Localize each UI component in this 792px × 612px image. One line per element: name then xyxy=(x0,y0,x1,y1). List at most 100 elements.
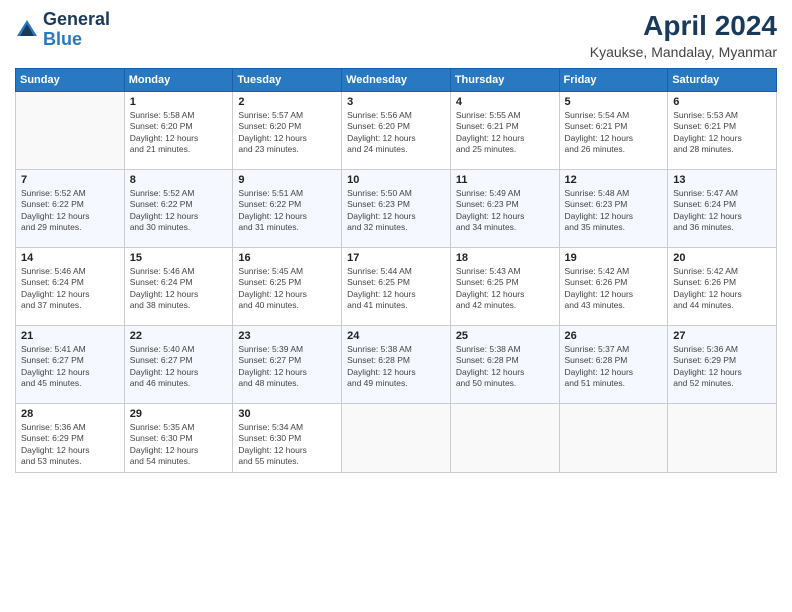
table-row xyxy=(668,404,777,473)
day-info: Sunrise: 5:34 AM Sunset: 6:30 PM Dayligh… xyxy=(238,422,336,468)
table-row: 6 Sunrise: 5:53 AM Sunset: 6:21 PM Daylig… xyxy=(668,92,777,170)
header-sunday: Sunday xyxy=(16,69,125,92)
day-info: Sunrise: 5:51 AM Sunset: 6:22 PM Dayligh… xyxy=(238,188,336,234)
day-info: Sunrise: 5:35 AM Sunset: 6:30 PM Dayligh… xyxy=(130,422,228,468)
header-thursday: Thursday xyxy=(450,69,559,92)
day-info: Sunrise: 5:39 AM Sunset: 6:27 PM Dayligh… xyxy=(238,344,336,390)
day-number: 8 xyxy=(130,174,228,186)
table-row: 12Sunrise: 5:48 AM Sunset: 6:23 PM Dayli… xyxy=(559,170,668,248)
page: General Blue April 2024 Kyaukse, Mandala… xyxy=(0,0,792,612)
header-wednesday: Wednesday xyxy=(342,69,451,92)
day-info: Sunrise: 5:54 AM Sunset: 6:21 PM Dayligh… xyxy=(565,110,663,156)
table-row: 5 Sunrise: 5:54 AM Sunset: 6:21 PM Daylig… xyxy=(559,92,668,170)
table-row xyxy=(16,92,125,170)
logo-icon xyxy=(15,18,39,42)
header: General Blue April 2024 Kyaukse, Mandala… xyxy=(15,10,777,60)
day-number: 22 xyxy=(130,330,228,342)
table-row: 19 Sunrise: 5:42 AM Sunset: 6:26 PM Dayli… xyxy=(559,248,668,326)
day-number: 10 xyxy=(347,174,445,186)
table-row xyxy=(342,404,451,473)
table-row: 17 Sunrise: 5:44 AM Sunset: 6:25 PM Dayli… xyxy=(342,248,451,326)
table-row: 27 Sunrise: 5:36 AM Sunset: 6:29 PM Dayli… xyxy=(668,326,777,404)
day-info: Sunrise: 5:55 AM Sunset: 6:21 PM Dayligh… xyxy=(456,110,554,156)
day-number: 7 xyxy=(21,174,119,186)
day-number: 20 xyxy=(673,252,771,264)
table-row: 8 Sunrise: 5:52 AM Sunset: 6:22 PM Daylig… xyxy=(124,170,233,248)
day-number: 6 xyxy=(673,96,771,108)
day-info: Sunrise: 5:56 AM Sunset: 6:20 PM Dayligh… xyxy=(347,110,445,156)
day-number: 5 xyxy=(565,96,663,108)
logo: General Blue xyxy=(15,10,110,50)
table-row: 3Sunrise: 5:56 AM Sunset: 6:20 PM Daylig… xyxy=(342,92,451,170)
day-info: Sunrise: 5:43 AM Sunset: 6:25 PM Dayligh… xyxy=(456,266,554,312)
day-info: Sunrise: 5:50 AM Sunset: 6:23 PM Dayligh… xyxy=(347,188,445,234)
table-row: 21 Sunrise: 5:41 AM Sunset: 6:27 PM Dayli… xyxy=(16,326,125,404)
day-info: Sunrise: 5:38 AM Sunset: 6:28 PM Dayligh… xyxy=(456,344,554,390)
table-row: 13Sunrise: 5:47 AM Sunset: 6:24 PM Dayli… xyxy=(668,170,777,248)
table-row: 7Sunrise: 5:52 AM Sunset: 6:22 PM Daylig… xyxy=(16,170,125,248)
table-row: 14 Sunrise: 5:46 AM Sunset: 6:24 PM Dayli… xyxy=(16,248,125,326)
day-number: 25 xyxy=(456,330,554,342)
day-info: Sunrise: 5:41 AM Sunset: 6:27 PM Dayligh… xyxy=(21,344,119,390)
table-row: 9 Sunrise: 5:51 AM Sunset: 6:22 PM Daylig… xyxy=(233,170,342,248)
table-row: 15Sunrise: 5:46 AM Sunset: 6:24 PM Dayli… xyxy=(124,248,233,326)
day-number: 14 xyxy=(21,252,119,264)
month-title: April 2024 xyxy=(590,10,777,42)
day-number: 28 xyxy=(21,408,119,420)
table-row: 4 Sunrise: 5:55 AM Sunset: 6:21 PM Daylig… xyxy=(450,92,559,170)
day-number: 11 xyxy=(456,174,554,186)
day-number: 21 xyxy=(21,330,119,342)
table-row: 1 Sunrise: 5:58 AM Sunset: 6:20 PM Daylig… xyxy=(124,92,233,170)
day-number: 9 xyxy=(238,174,336,186)
table-row xyxy=(450,404,559,473)
day-info: Sunrise: 5:57 AM Sunset: 6:20 PM Dayligh… xyxy=(238,110,336,156)
day-info: Sunrise: 5:36 AM Sunset: 6:29 PM Dayligh… xyxy=(673,344,771,390)
day-info: Sunrise: 5:37 AM Sunset: 6:28 PM Dayligh… xyxy=(565,344,663,390)
title-section: April 2024 Kyaukse, Mandalay, Myanmar xyxy=(590,10,777,60)
day-info: Sunrise: 5:40 AM Sunset: 6:27 PM Dayligh… xyxy=(130,344,228,390)
day-info: Sunrise: 5:48 AM Sunset: 6:23 PM Dayligh… xyxy=(565,188,663,234)
day-info: Sunrise: 5:47 AM Sunset: 6:24 PM Dayligh… xyxy=(673,188,771,234)
day-info: Sunrise: 5:58 AM Sunset: 6:20 PM Dayligh… xyxy=(130,110,228,156)
day-number: 16 xyxy=(238,252,336,264)
header-tuesday: Tuesday xyxy=(233,69,342,92)
table-row: 26 Sunrise: 5:37 AM Sunset: 6:28 PM Dayli… xyxy=(559,326,668,404)
day-number: 19 xyxy=(565,252,663,264)
day-number: 15 xyxy=(130,252,228,264)
table-row: 28 Sunrise: 5:36 AM Sunset: 6:29 PM Dayli… xyxy=(16,404,125,473)
day-number: 23 xyxy=(238,330,336,342)
day-number: 17 xyxy=(347,252,445,264)
day-number: 1 xyxy=(130,96,228,108)
header-saturday: Saturday xyxy=(668,69,777,92)
table-row: 18 Sunrise: 5:43 AM Sunset: 6:25 PM Dayli… xyxy=(450,248,559,326)
calendar-header-row: Sunday Monday Tuesday Wednesday Thursday… xyxy=(16,69,777,92)
table-row: 24 Sunrise: 5:38 AM Sunset: 6:28 PM Dayli… xyxy=(342,326,451,404)
location-title: Kyaukse, Mandalay, Myanmar xyxy=(590,44,777,60)
day-info: Sunrise: 5:52 AM Sunset: 6:22 PM Dayligh… xyxy=(130,188,228,234)
day-info: Sunrise: 5:53 AM Sunset: 6:21 PM Dayligh… xyxy=(673,110,771,156)
day-number: 29 xyxy=(130,408,228,420)
day-info: Sunrise: 5:42 AM Sunset: 6:26 PM Dayligh… xyxy=(673,266,771,312)
day-number: 27 xyxy=(673,330,771,342)
table-row: 22 Sunrise: 5:40 AM Sunset: 6:27 PM Dayli… xyxy=(124,326,233,404)
calendar-table: Sunday Monday Tuesday Wednesday Thursday… xyxy=(15,68,777,473)
table-row: 11 Sunrise: 5:49 AM Sunset: 6:23 PM Dayli… xyxy=(450,170,559,248)
day-number: 30 xyxy=(238,408,336,420)
table-row: 30 Sunrise: 5:34 AM Sunset: 6:30 PM Dayli… xyxy=(233,404,342,473)
table-row: 20 Sunrise: 5:42 AM Sunset: 6:26 PM Dayli… xyxy=(668,248,777,326)
day-info: Sunrise: 5:49 AM Sunset: 6:23 PM Dayligh… xyxy=(456,188,554,234)
day-info: Sunrise: 5:46 AM Sunset: 6:24 PM Dayligh… xyxy=(21,266,119,312)
day-number: 26 xyxy=(565,330,663,342)
day-info: Sunrise: 5:36 AM Sunset: 6:29 PM Dayligh… xyxy=(21,422,119,468)
header-monday: Monday xyxy=(124,69,233,92)
day-number: 18 xyxy=(456,252,554,264)
table-row: 16 Sunrise: 5:45 AM Sunset: 6:25 PM Dayli… xyxy=(233,248,342,326)
day-info: Sunrise: 5:44 AM Sunset: 6:25 PM Dayligh… xyxy=(347,266,445,312)
day-number: 4 xyxy=(456,96,554,108)
day-number: 24 xyxy=(347,330,445,342)
logo-text: General Blue xyxy=(43,10,110,50)
day-info: Sunrise: 5:42 AM Sunset: 6:26 PM Dayligh… xyxy=(565,266,663,312)
day-info: Sunrise: 5:38 AM Sunset: 6:28 PM Dayligh… xyxy=(347,344,445,390)
day-info: Sunrise: 5:45 AM Sunset: 6:25 PM Dayligh… xyxy=(238,266,336,312)
header-friday: Friday xyxy=(559,69,668,92)
